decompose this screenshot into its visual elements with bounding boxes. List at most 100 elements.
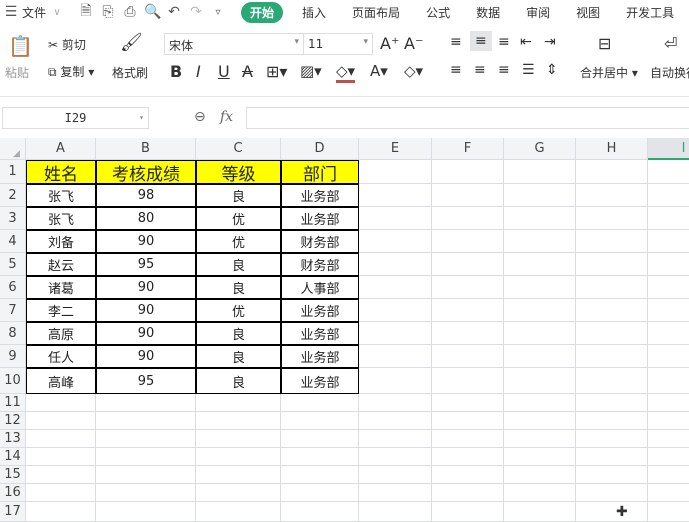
name-box[interactable]: I29 ▾: [2, 107, 149, 129]
cell[interactable]: [359, 345, 432, 368]
table-cell[interactable]: 良: [196, 322, 281, 345]
row-header-13[interactable]: 13: [0, 430, 26, 448]
table-cell[interactable]: 高原: [26, 322, 96, 345]
table-cell[interactable]: 90: [96, 299, 196, 322]
cell[interactable]: [432, 412, 504, 430]
table-cell[interactable]: 赵云: [26, 253, 96, 276]
cell[interactable]: [504, 368, 576, 394]
table-cell[interactable]: 业务部: [281, 322, 359, 345]
cell[interactable]: [648, 448, 689, 466]
cell[interactable]: [576, 484, 648, 502]
indent-icon[interactable]: ⇥: [544, 34, 556, 50]
save-icon[interactable]: 🗎: [78, 0, 94, 24]
cell[interactable]: [432, 276, 504, 299]
italic-icon[interactable]: I: [196, 62, 201, 81]
row-header-14[interactable]: 14: [0, 448, 26, 466]
cell[interactable]: [648, 253, 689, 276]
table-cell[interactable]: 任人: [26, 345, 96, 368]
cell[interactable]: [576, 230, 648, 253]
table-cell[interactable]: 98: [96, 184, 196, 207]
cell[interactable]: [576, 299, 648, 322]
cell[interactable]: [196, 412, 281, 430]
cell[interactable]: [648, 412, 689, 430]
table-header-cell[interactable]: 等级: [196, 160, 281, 185]
format-painter-button[interactable]: 格式刷: [112, 64, 148, 81]
cell[interactable]: [26, 502, 96, 522]
cell[interactable]: [648, 466, 689, 484]
table-cell[interactable]: 业务部: [281, 184, 359, 207]
underline-icon[interactable]: U: [218, 62, 230, 81]
cell[interactable]: [576, 322, 648, 345]
cell[interactable]: [504, 412, 576, 430]
cell[interactable]: [504, 484, 576, 502]
cell[interactable]: [196, 430, 281, 448]
wrap-text-button[interactable]: 自动换行: [650, 64, 689, 81]
table-cell[interactable]: 95: [96, 253, 196, 276]
table-cell[interactable]: 良: [196, 368, 281, 394]
table-cell[interactable]: 优: [196, 207, 281, 230]
paste-button[interactable]: 粘贴: [5, 64, 29, 81]
cell[interactable]: [648, 276, 689, 299]
cell[interactable]: [576, 207, 648, 230]
cell[interactable]: [432, 207, 504, 230]
row-header-3[interactable]: 3: [0, 207, 26, 230]
row-header-11[interactable]: 11: [0, 394, 26, 412]
cell[interactable]: [196, 502, 281, 522]
cell-style-icon[interactable]: ▨▾: [300, 62, 322, 80]
cell[interactable]: [96, 484, 196, 502]
cell[interactable]: [26, 412, 96, 430]
merge-center-button[interactable]: 合并居中 ▾: [580, 64, 638, 81]
tab-7[interactable]: 开发工具: [626, 4, 674, 21]
table-cell[interactable]: 良: [196, 253, 281, 276]
cell[interactable]: [359, 184, 432, 207]
cell[interactable]: [281, 484, 359, 502]
row-header-2[interactable]: 2: [0, 184, 26, 207]
cell[interactable]: [432, 299, 504, 322]
cell[interactable]: [26, 394, 96, 412]
border-icon[interactable]: ⊞▾: [266, 62, 287, 81]
cell[interactable]: [196, 484, 281, 502]
outdent-icon[interactable]: ⇤: [520, 34, 532, 50]
column-header-I[interactable]: I: [648, 138, 689, 160]
cell[interactable]: [648, 230, 689, 253]
fill-color-icon[interactable]: ◇▾: [336, 62, 356, 83]
tab-3[interactable]: 公式: [426, 4, 450, 21]
cell[interactable]: [576, 368, 648, 394]
paste-icon[interactable]: 📋: [8, 34, 33, 58]
cell[interactable]: [359, 299, 432, 322]
table-cell[interactable]: 优: [196, 230, 281, 253]
cell[interactable]: [648, 368, 689, 394]
table-header-cell[interactable]: 考核成绩: [96, 160, 196, 185]
cell[interactable]: [576, 276, 648, 299]
table-cell[interactable]: 李二: [26, 299, 96, 322]
cell[interactable]: [504, 448, 576, 466]
table-cell[interactable]: 良: [196, 184, 281, 207]
cell[interactable]: [96, 394, 196, 412]
cell[interactable]: [432, 345, 504, 368]
align-center-icon[interactable]: ≡: [474, 62, 486, 78]
align-bottom-icon[interactable]: ≡: [498, 34, 510, 50]
copy-button[interactable]: ⧉ 复制 ▾: [48, 63, 94, 80]
align-left-icon[interactable]: ≡: [450, 62, 462, 78]
font-color-icon[interactable]: A▾: [370, 62, 388, 80]
table-cell[interactable]: 财务部: [281, 230, 359, 253]
cell[interactable]: [359, 484, 432, 502]
align-right-icon[interactable]: ≡: [498, 62, 510, 78]
cell[interactable]: [359, 276, 432, 299]
align-middle-icon[interactable]: ≡: [470, 31, 492, 51]
cell[interactable]: [432, 466, 504, 484]
cell[interactable]: [359, 253, 432, 276]
table-cell[interactable]: 业务部: [281, 368, 359, 394]
cell[interactable]: [96, 466, 196, 484]
table-cell[interactable]: 90: [96, 230, 196, 253]
cell[interactable]: [576, 345, 648, 368]
table-cell[interactable]: 80: [96, 207, 196, 230]
cell[interactable]: [648, 394, 689, 412]
row-header-4[interactable]: 4: [0, 230, 26, 253]
row-header-15[interactable]: 15: [0, 466, 26, 484]
cell[interactable]: [432, 448, 504, 466]
cell[interactable]: [576, 253, 648, 276]
cell[interactable]: [196, 466, 281, 484]
decrease-font-icon[interactable]: A⁻: [404, 34, 423, 53]
column-header-E[interactable]: E: [359, 138, 432, 160]
